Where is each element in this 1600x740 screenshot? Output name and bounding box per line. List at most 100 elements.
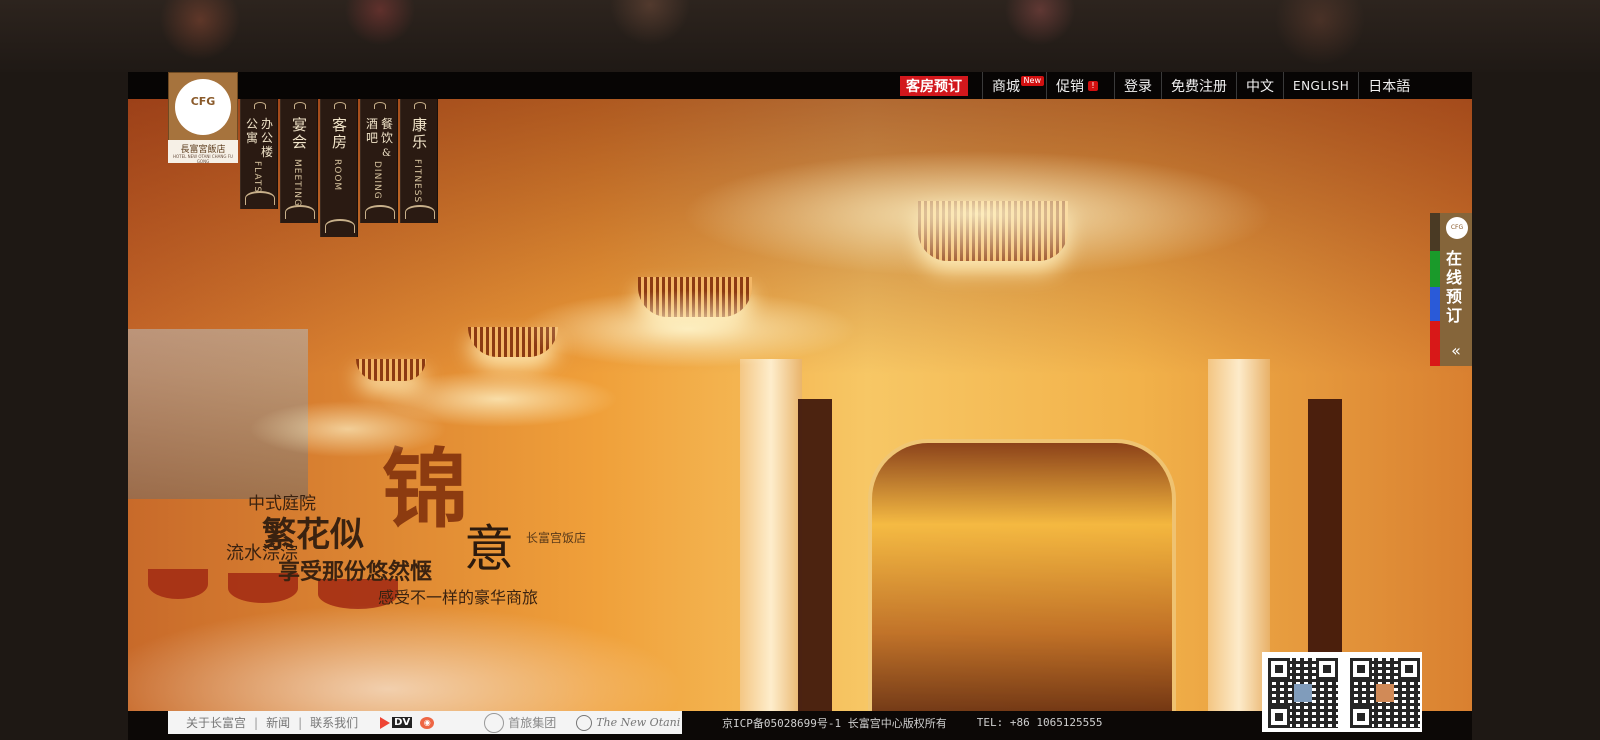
wave-ornament-icon: [245, 191, 275, 205]
top-bokeh-background: [0, 0, 1600, 72]
hero-pillar: [798, 399, 832, 711]
nav-dining-amp: &: [382, 148, 391, 159]
otani-label: The New Otani: [596, 716, 681, 729]
booking-logo-icon: CFG: [1446, 217, 1468, 239]
tel-text: TEL: +86 1065125555: [976, 716, 1103, 729]
qr-finder: [1350, 658, 1372, 680]
nav-mall[interactable]: 商城 New: [982, 72, 1046, 99]
wave-ornament-icon: [365, 205, 395, 219]
hero-line5: 感受不一样的豪华商旅: [378, 588, 539, 607]
color-stripe: [1430, 287, 1440, 321]
footer-link-contact[interactable]: 联系我们: [302, 714, 366, 731]
nav-promotion[interactable]: 促销 !: [1046, 72, 1114, 99]
collapse-arrow-icon[interactable]: «: [1446, 341, 1466, 360]
nav-lang-english[interactable]: ENGLISH: [1283, 72, 1358, 99]
footer-link-news[interactable]: 新闻: [258, 714, 298, 731]
color-stripe: [1430, 251, 1440, 287]
qr-center-logo: [1294, 684, 1312, 702]
dv-icon[interactable]: DV: [380, 716, 413, 729]
nav-meeting-en: MEETING: [292, 159, 302, 207]
top-nav: 客房预订 商城 New 促销 ! 登录 免费注册 中文 ENGLISH 日本語: [900, 72, 1419, 99]
hero-wall: [128, 329, 308, 499]
hero-line4: 享受那份悠然惬: [278, 559, 433, 585]
nav-lang-chinese[interactable]: 中文: [1236, 72, 1283, 99]
wave-ornament-icon: [325, 219, 355, 233]
nav-flats-en: FLATS: [252, 161, 262, 194]
nav-room[interactable]: 客房 ROOM: [320, 99, 358, 237]
chandelier: [638, 277, 752, 317]
otani-emblem-icon: [576, 714, 593, 731]
group-emblem-icon: [484, 712, 505, 733]
ornament-icon: [254, 102, 266, 109]
hero-stamp: 长富宫饭店: [526, 531, 587, 545]
chandelier: [356, 359, 426, 381]
footer-links-bar: 关于长富宫 | 新闻 | 联系我们 DV ◉ 首旅集团 The New Otan…: [168, 711, 682, 734]
logo-emblem-text: CFG: [190, 95, 216, 108]
planter: [148, 569, 208, 599]
online-booking-tab[interactable]: CFG 在线预订 «: [1430, 213, 1472, 366]
chandelier: [918, 201, 1068, 261]
qr-finder: [1350, 706, 1372, 728]
weibo-icon[interactable]: ◉: [420, 716, 435, 729]
wave-ornament-icon: [405, 205, 435, 219]
play-icon: [380, 716, 391, 729]
hero-line1: 中式庭院: [248, 494, 316, 514]
color-stripe: [1430, 321, 1440, 366]
nav-room-en: ROOM: [332, 159, 342, 192]
nav-register[interactable]: 免费注册: [1161, 72, 1236, 99]
room-booking-button[interactable]: 客房预订: [900, 75, 968, 96]
hero-pillar: [1208, 359, 1270, 711]
footer-info: 京ICP备05028699号-1 长富宫中心版权所有 TEL: +86 1065…: [722, 711, 1103, 734]
qr-finder: [1316, 658, 1338, 680]
ornament-icon: [294, 102, 306, 109]
nav-fitness-en: FITNESS: [412, 159, 422, 204]
qr-code-icon: [1268, 658, 1338, 728]
nav-dining[interactable]: 餐饮 酒吧 & DINING: [360, 99, 398, 223]
nav-dining-en: DINING: [372, 161, 382, 200]
logo-emblem-icon: CFG: [175, 79, 231, 135]
nav-lang-japanese[interactable]: 日本語: [1358, 72, 1419, 99]
nav-flats-label-b: 公寓: [246, 117, 259, 145]
qr-center-logo: [1376, 684, 1394, 702]
hero-line3: 流水淙淙: [226, 543, 298, 564]
qr-finder: [1398, 658, 1420, 680]
wave-ornament-icon: [285, 205, 315, 219]
nav-flats[interactable]: 办公楼 公寓 FLATS: [240, 99, 278, 209]
nav-room-label: 客房: [332, 116, 348, 151]
chandelier: [468, 327, 558, 357]
qr-codes: [1262, 652, 1422, 732]
nav-flats-label-a: 办公楼: [261, 117, 274, 159]
online-booking-label: 在线预订: [1446, 249, 1463, 325]
nav-dining-label-a: 餐饮: [381, 117, 394, 145]
nav-mall-label: 商城: [992, 78, 1020, 95]
new-badge: New: [1020, 76, 1044, 86]
nav-dining-label-b: 酒吧: [366, 117, 379, 145]
nav-fitness-label: 康乐: [412, 116, 428, 151]
nav-meeting-label: 宴会: [292, 116, 308, 151]
qr-finder: [1268, 706, 1290, 728]
logo-subtitle: HOTEL NEW OTANI CHANG FU GONG: [173, 154, 233, 164]
nav-meeting[interactable]: 宴会 MEETING: [280, 99, 318, 223]
hero-line2: 繁花似: [262, 515, 364, 555]
nav-promotion-label: 促销: [1056, 78, 1084, 95]
revolving-door: [868, 439, 1176, 711]
nav-fitness[interactable]: 康乐 FITNESS: [400, 99, 438, 223]
alert-badge-icon: !: [1088, 80, 1098, 91]
planter: [228, 573, 298, 603]
footer-link-about[interactable]: 关于长富宫: [168, 714, 254, 731]
left-background: [0, 72, 128, 740]
group-label: 首旅集团: [508, 716, 557, 730]
right-background: [1472, 72, 1600, 740]
hero-pillar: [740, 359, 802, 711]
nav-login[interactable]: 登录: [1114, 72, 1161, 99]
ornament-icon: [414, 102, 426, 109]
hero-yi-char: 意: [464, 520, 514, 578]
hotel-logo[interactable]: CFG 長富宮飯店 HOTEL NEW OTANI CHANG FU GONG: [168, 72, 238, 164]
dv-label: DV: [392, 717, 413, 728]
ornament-icon: [374, 102, 386, 109]
icp-text: 京ICP备05028699号-1 长富宫中心版权所有: [722, 716, 947, 730]
ornament-icon: [334, 102, 346, 109]
group-logo[interactable]: 首旅集团: [484, 712, 557, 733]
qr-code-icon: [1350, 658, 1420, 728]
otani-logo[interactable]: The New Otani: [576, 714, 681, 731]
